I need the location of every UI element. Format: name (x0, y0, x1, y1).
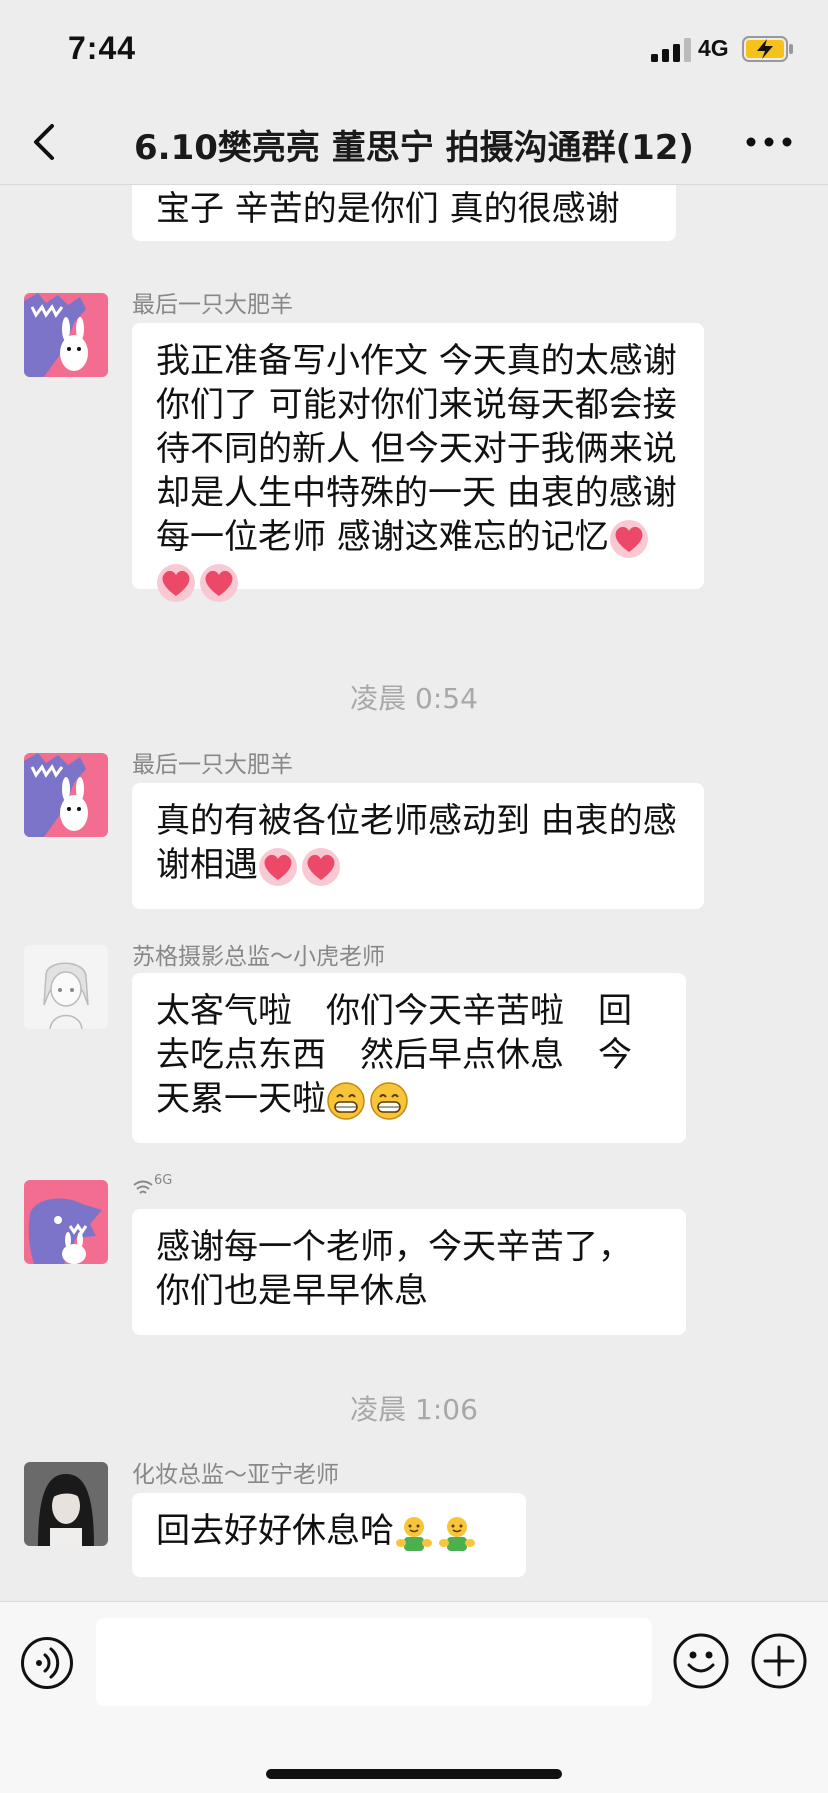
wolf-bunny-avatar-icon (24, 1180, 108, 1264)
status-bar: 7:44 4G (0, 0, 828, 100)
message-bubble[interactable]: 太客气啦 你们今天辛苦啦 回去吃点东西 然后早点休息 今天累一天啦 (132, 973, 686, 1143)
heart-emoji-icon (302, 847, 340, 886)
status-time: 7:44 (68, 30, 137, 66)
add-icon[interactable] (750, 1632, 808, 1690)
sender-name: 最后一只大肥羊 (132, 292, 293, 318)
signal-icon (651, 38, 691, 62)
home-indicator[interactable] (266, 1769, 562, 1779)
grin-emoji-icon (370, 1081, 408, 1120)
heart-emoji-icon (609, 519, 648, 558)
message-text: 宝子 辛苦的是你们 真的很感谢 (156, 189, 620, 229)
avatar[interactable] (24, 1180, 108, 1264)
emoji-group (326, 1079, 412, 1120)
message-bubble[interactable]: 真的有被各位老师感动到 由衷的感谢相遇 (132, 783, 704, 909)
sender-name: 最后一只大肥羊 (132, 752, 293, 778)
message-bubble[interactable]: 我正准备写小作文 今天真的太感谢你们了 可能对你们来说每天都会接待不同的新人 但… (132, 323, 704, 602)
hug-emoji-icon (396, 1516, 432, 1551)
sender-name: 6G (132, 1173, 172, 1199)
message-bubble[interactable]: 宝子 辛苦的是你们 真的很感谢 (132, 185, 676, 241)
battery-charging-icon (742, 36, 793, 62)
avatar[interactable] (24, 753, 108, 837)
wifi-icon (133, 1180, 153, 1194)
emoji-group (394, 1511, 480, 1551)
message-text: 感谢每一个老师，今天辛苦了，你们也是早早休息 (156, 1227, 632, 1311)
heart-emoji-icon (200, 563, 238, 602)
chat-title: 6.10樊亮亮 董思宁 拍摄沟通群(12) (134, 128, 694, 168)
sender-name: 苏格摄影总监～小虎老师 (132, 944, 385, 970)
nav-bar: 6.10樊亮亮 董思宁 拍摄沟通群(12) (0, 100, 828, 185)
wolf-bunny-avatar-icon (24, 293, 108, 377)
avatar[interactable] (24, 945, 108, 1029)
emoji-icon[interactable] (672, 1632, 730, 1690)
message-bubble[interactable]: 感谢每一个老师，今天辛苦了，你们也是早早休息 (132, 1209, 686, 1335)
sender-name-text: 6G (154, 1173, 173, 1188)
grin-emoji-icon (327, 1081, 365, 1120)
sketch-girl-avatar-icon (24, 945, 108, 1029)
message-text: 回去好好休息哈 (156, 1511, 394, 1551)
emoji-group (258, 845, 344, 886)
input-bar (0, 1601, 828, 1793)
avatar[interactable] (24, 1462, 108, 1546)
message-bubble[interactable]: 回去好好休息哈 (132, 1493, 526, 1577)
message-input[interactable] (96, 1618, 652, 1706)
wolf-bunny-avatar-icon (24, 753, 108, 837)
voice-icon[interactable] (20, 1636, 74, 1690)
hug-emoji-icon (439, 1516, 475, 1551)
avatar[interactable] (24, 293, 108, 377)
timestamp: 凌晨 1:06 (350, 1393, 478, 1426)
sender-name: 化妆总监～亚宁老师 (132, 1462, 339, 1488)
photo-avatar-icon (24, 1462, 108, 1546)
network-type: 4G (698, 35, 729, 61)
heart-emoji-icon (259, 847, 297, 886)
message-text: 我正准备写小作文 今天真的太感谢你们了 可能对你们来说每天都会接待不同的新人 但… (156, 341, 677, 557)
message-text: 真的有被各位老师感动到 由衷的感谢相遇 (156, 801, 677, 885)
timestamp: 凌晨 0:54 (350, 682, 478, 715)
heart-emoji-icon (157, 563, 195, 602)
message-list[interactable]: 宝子 辛苦的是你们 真的很感谢 最后一只大肥羊 我正准备写小作文 今天真的太感谢… (0, 185, 828, 1601)
more-options-icon[interactable] (744, 124, 794, 160)
